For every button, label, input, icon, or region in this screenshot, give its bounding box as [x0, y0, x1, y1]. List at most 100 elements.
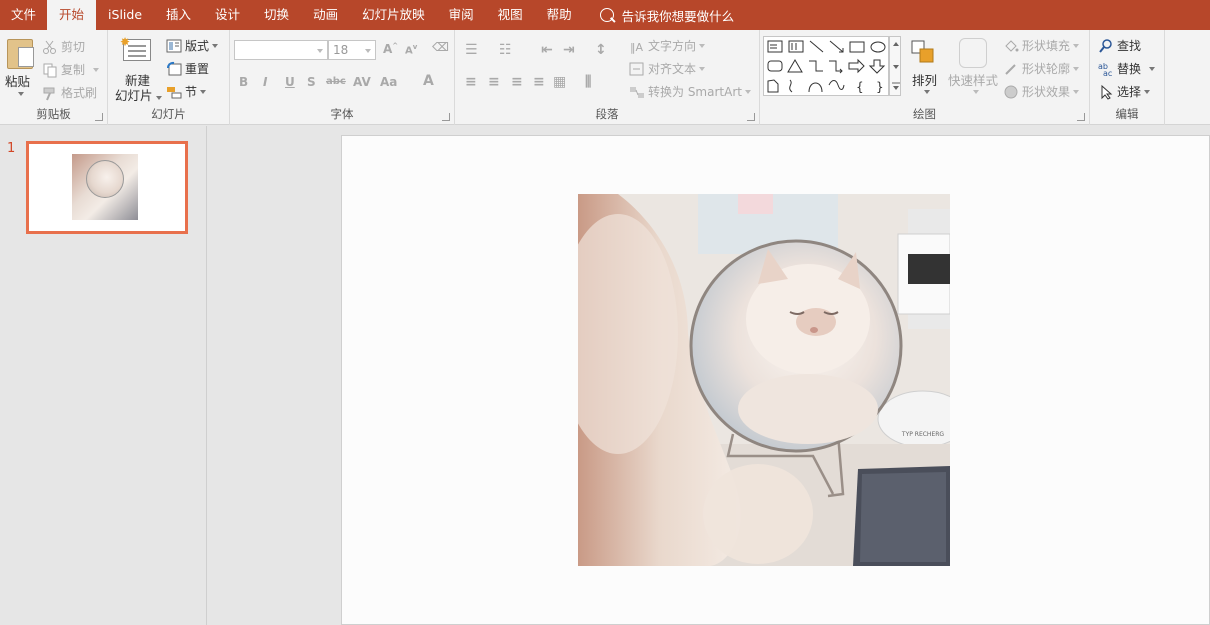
- select-label: 选择: [1117, 85, 1142, 99]
- bullets-icon[interactable]: ☰: [465, 42, 478, 58]
- convert-smartart-label: 转换为 SmartArt: [648, 85, 742, 99]
- tab-file[interactable]: 文件: [0, 0, 47, 30]
- justify-icon[interactable]: ≡: [533, 74, 545, 90]
- select-button[interactable]: 选择: [1098, 83, 1151, 100]
- svg-text:}: }: [876, 80, 884, 94]
- shadow-icon[interactable]: S: [307, 75, 316, 89]
- pencil-icon: [1003, 61, 1019, 77]
- copy-button[interactable]: 复制: [42, 61, 100, 78]
- slide-number: 1: [7, 141, 16, 156]
- tab-home[interactable]: 开始: [47, 0, 97, 30]
- paste-button[interactable]: 粘贴: [0, 30, 38, 102]
- decrease-indent-icon[interactable]: ⇤: [541, 42, 553, 58]
- underline-icon[interactable]: U: [285, 75, 295, 89]
- distributed-icon[interactable]: ▦: [553, 74, 566, 90]
- tell-me-box[interactable]: 告诉我你想要做什么: [599, 6, 734, 25]
- arrange-button[interactable]: 排列: [904, 30, 944, 102]
- shape-effects-button[interactable]: 形状效果: [1003, 83, 1080, 100]
- new-slide-label-2: 幻灯片: [115, 85, 162, 104]
- font-name-combo[interactable]: [234, 40, 328, 60]
- clipboard-group-label: 剪贴板: [36, 107, 71, 121]
- tab-help[interactable]: 帮助: [535, 0, 584, 30]
- quick-styles-button[interactable]: 快速样式: [946, 30, 1000, 102]
- find-button[interactable]: 查找: [1098, 37, 1141, 54]
- shrink-font-icon[interactable]: Av: [405, 43, 417, 56]
- replace-button[interactable]: ab ac 替换: [1098, 60, 1156, 78]
- cut-label: 剪切: [61, 40, 86, 54]
- reset-label: 重置: [185, 62, 210, 76]
- tab-animations[interactable]: 动画: [301, 0, 350, 30]
- layout-label: 版式: [185, 39, 210, 53]
- chevron-down-icon: [317, 49, 323, 53]
- dialog-launcher-icon[interactable]: [95, 113, 103, 121]
- font-size-combo[interactable]: 18: [328, 40, 376, 60]
- layout-button[interactable]: 版式: [166, 37, 219, 54]
- clear-format-icon[interactable]: ⌫: [432, 40, 449, 54]
- tab-transitions[interactable]: 切换: [252, 0, 301, 30]
- shape-effects-label: 形状效果: [1022, 85, 1071, 99]
- grow-font-icon[interactable]: A^: [383, 42, 398, 56]
- smartart-icon: [629, 84, 645, 100]
- text-direction-button[interactable]: ‖A 文字方向: [629, 37, 706, 54]
- shape-fill-button[interactable]: 形状填充: [1003, 37, 1080, 54]
- menu-bar: 文件 开始 iSlide 插入 设计 切换 动画 幻灯片放映 审阅 视图 帮助 …: [0, 0, 1210, 30]
- reset-button[interactable]: 重置: [166, 60, 209, 77]
- strikethrough-icon[interactable]: abc: [326, 76, 346, 87]
- slides-group-label: 幻灯片: [151, 107, 186, 121]
- gallery-scroll[interactable]: [889, 36, 901, 96]
- align-right-icon[interactable]: ≡: [511, 74, 523, 90]
- tab-view[interactable]: 视图: [486, 0, 535, 30]
- section-label: 节: [185, 85, 198, 99]
- format-painter-button[interactable]: 格式刷: [42, 84, 97, 101]
- change-case-icon[interactable]: Aa: [380, 75, 397, 89]
- slide-thumbnail[interactable]: [26, 141, 188, 234]
- group-drawing: { } 排列 快速样式 形状填充 形状轮廓 形状效果 绘图: [760, 30, 1090, 125]
- italic-icon[interactable]: I: [263, 75, 267, 89]
- align-text-button[interactable]: 对齐文本: [629, 60, 706, 77]
- group-editing: 查找 ab ac 替换 选择 编辑: [1090, 30, 1165, 125]
- shape-outline-button[interactable]: 形状轮廓: [1003, 60, 1080, 77]
- chevron-down-icon: [18, 92, 24, 96]
- dialog-launcher-icon[interactable]: [747, 113, 755, 121]
- svg-text:{: {: [856, 80, 864, 94]
- tab-slideshow[interactable]: 幻灯片放映: [350, 0, 437, 30]
- arrange-icon: [911, 40, 934, 63]
- shape-fill-label: 形状填充: [1022, 39, 1071, 53]
- align-left-icon[interactable]: ≡: [465, 74, 477, 90]
- increase-indent-icon[interactable]: ⇥: [563, 42, 575, 58]
- tab-insert[interactable]: 插入: [154, 0, 203, 30]
- shape-icons: { }: [767, 40, 886, 94]
- bold-icon[interactable]: B: [239, 75, 248, 89]
- chevron-down-icon: [973, 90, 979, 94]
- font-group-label: 字体: [330, 107, 354, 121]
- char-spacing-icon[interactable]: AV: [353, 75, 371, 89]
- slide[interactable]: TYP RECHERG: [341, 135, 1210, 625]
- align-center-icon[interactable]: ≡: [488, 74, 500, 90]
- paste-label: 粘贴: [5, 74, 31, 89]
- cat-mirror-photo[interactable]: TYP RECHERG: [578, 194, 950, 566]
- line-spacing-icon[interactable]: ↕: [595, 42, 607, 58]
- paintbrush-icon: [42, 85, 58, 101]
- chevron-down-icon: [93, 67, 100, 72]
- align-text-label: 对齐文本: [648, 62, 697, 76]
- cut-button[interactable]: 剪切: [42, 38, 85, 55]
- tab-islide[interactable]: iSlide: [96, 0, 154, 30]
- photo-illustration: TYP RECHERG: [578, 194, 950, 566]
- dialog-launcher-icon[interactable]: [1077, 113, 1085, 121]
- convert-smartart-button[interactable]: 转换为 SmartArt: [629, 83, 751, 100]
- font-color-icon[interactable]: A: [423, 73, 434, 89]
- font-size-value: 18: [333, 43, 349, 57]
- text-direction-icon: ‖A: [629, 38, 645, 54]
- numbering-icon[interactable]: ☷: [499, 42, 512, 58]
- cursor-icon: [1098, 84, 1114, 100]
- tab-review[interactable]: 审阅: [437, 0, 486, 30]
- tab-design[interactable]: 设计: [203, 0, 252, 30]
- dialog-launcher-icon[interactable]: [442, 113, 450, 121]
- columns-icon[interactable]: ⫼: [585, 74, 591, 90]
- replace-icon: ab ac: [1098, 61, 1114, 78]
- shapes-gallery[interactable]: { }: [763, 36, 889, 96]
- new-slide-button[interactable]: ✸ 新建 幻灯片: [108, 30, 164, 104]
- arrange-label: 排列: [912, 73, 938, 88]
- section-button[interactable]: 节: [166, 83, 207, 100]
- group-clipboard: 粘贴 剪切 复制 格式刷 剪贴板: [0, 30, 108, 125]
